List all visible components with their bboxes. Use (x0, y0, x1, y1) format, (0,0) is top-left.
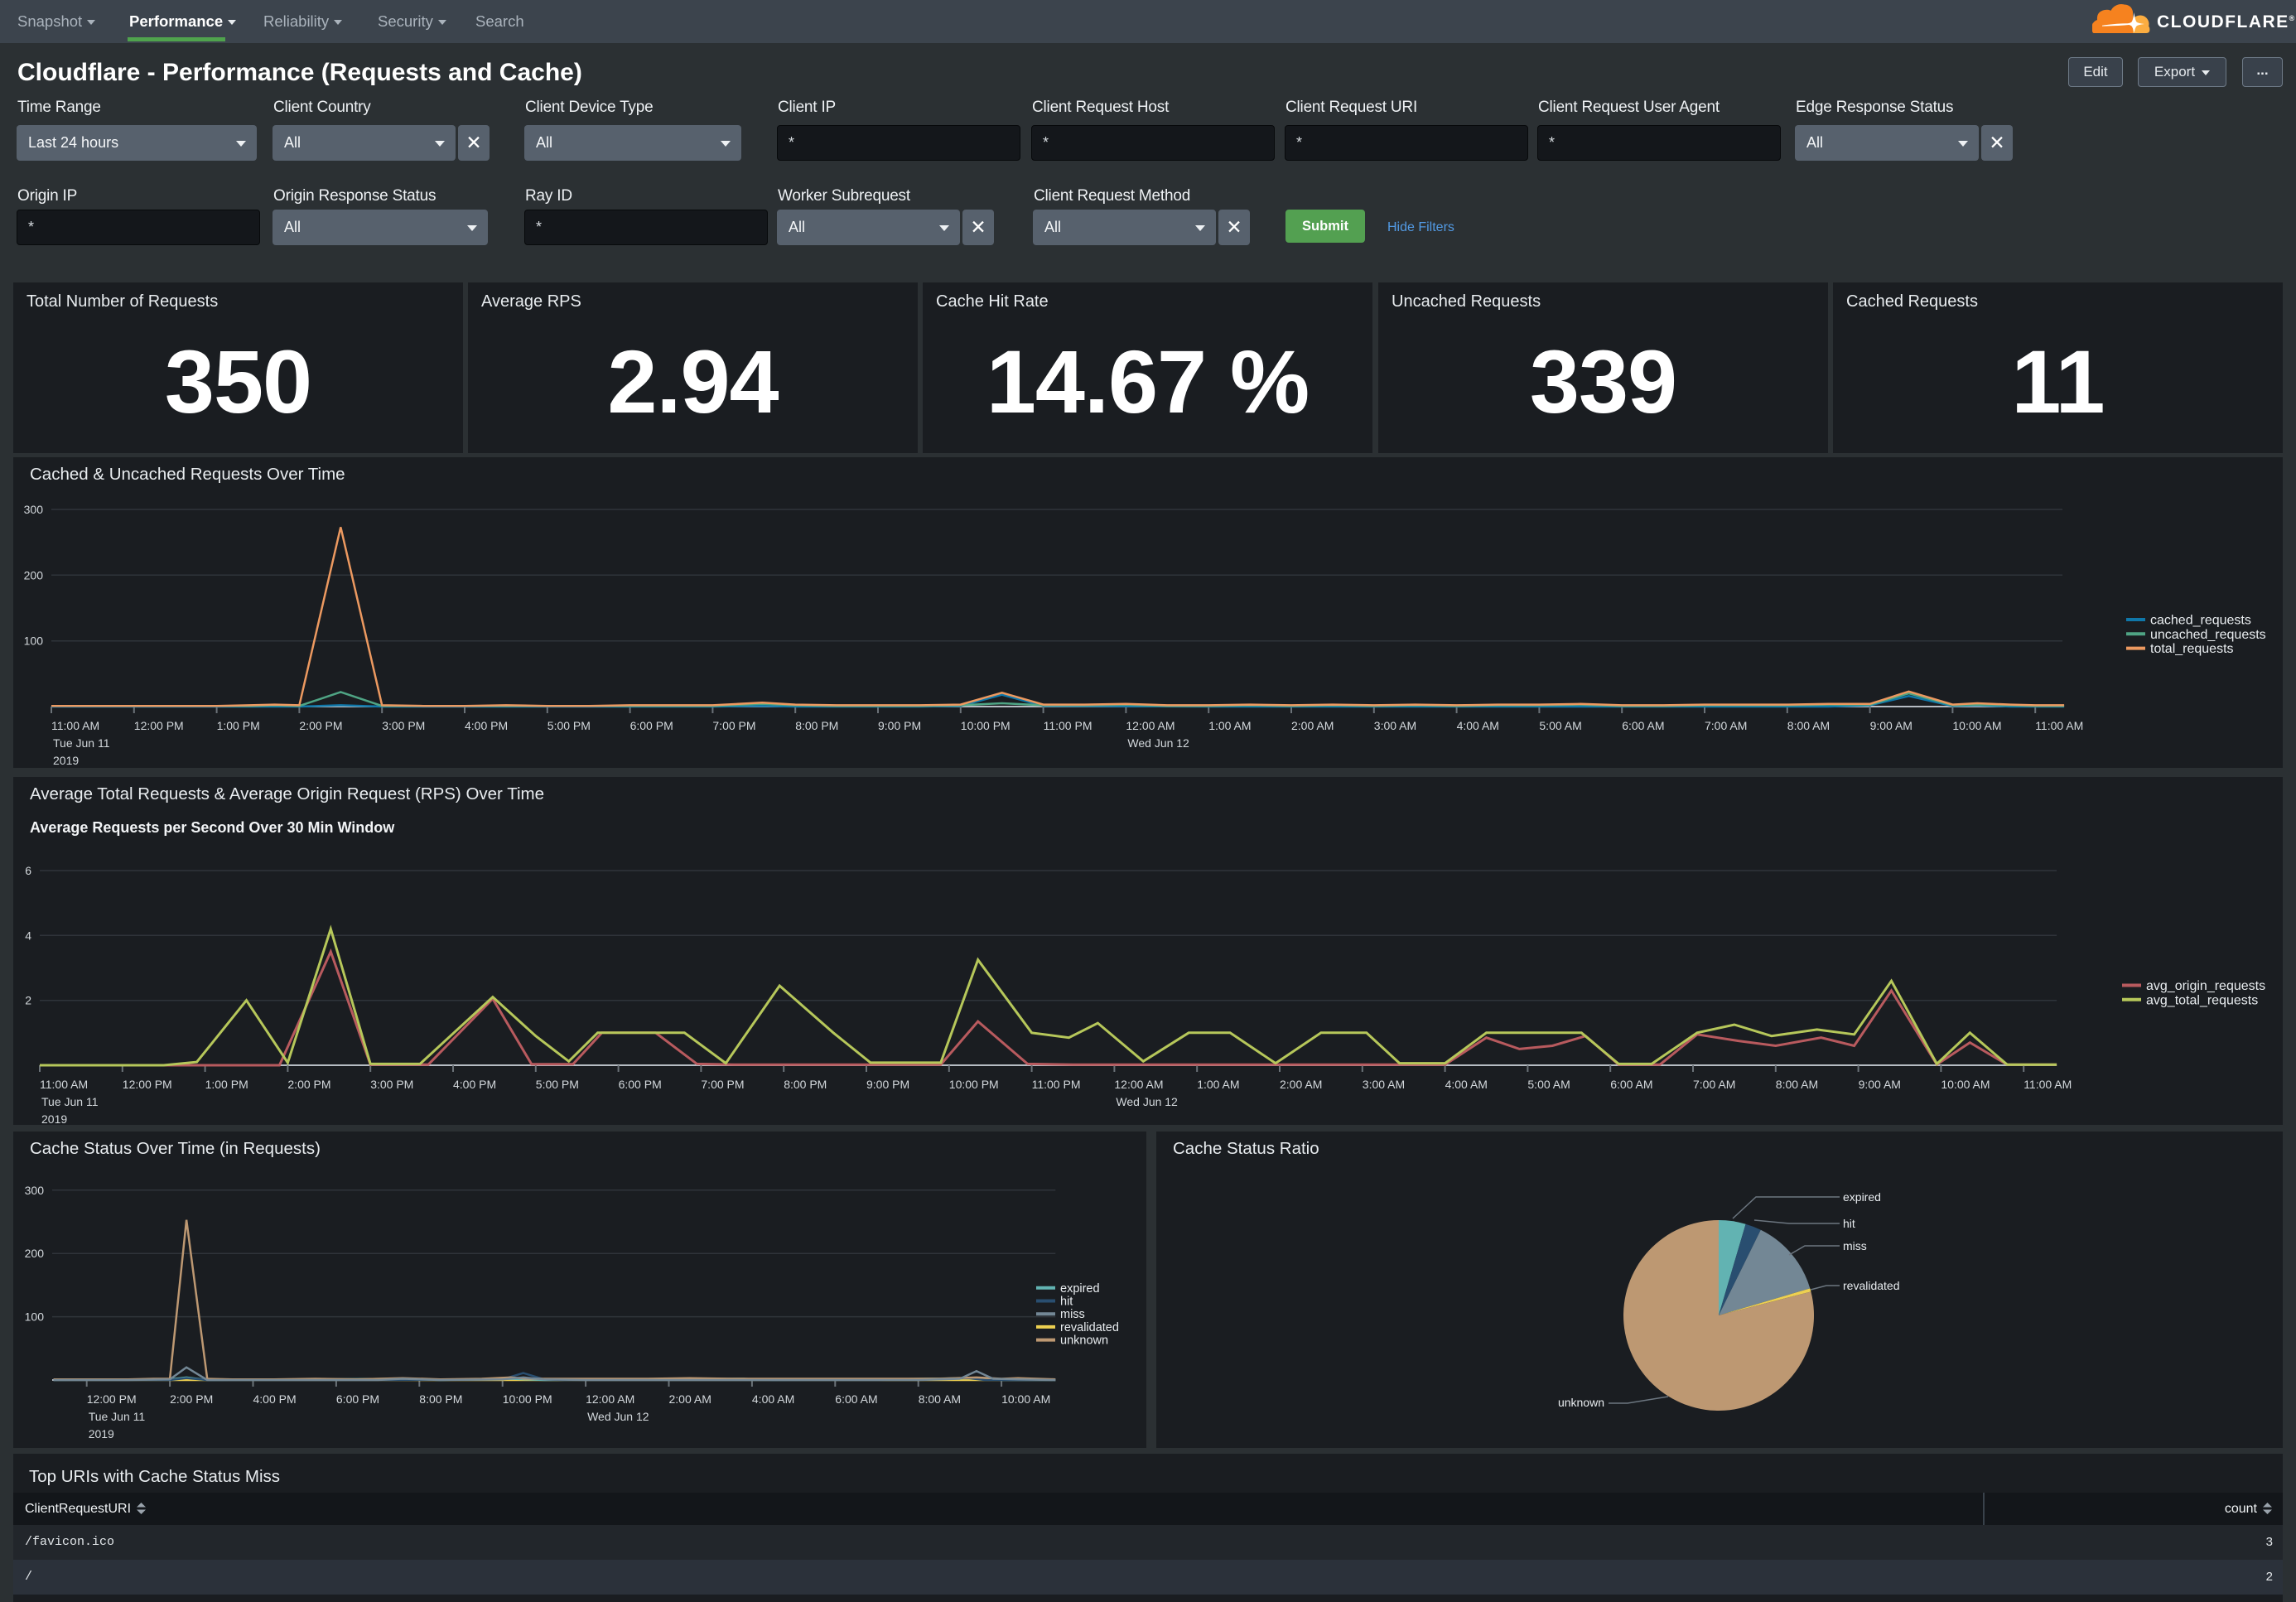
svg-text:6:00 PM: 6:00 PM (619, 1078, 662, 1091)
svg-text:4:00 AM: 4:00 AM (1445, 1078, 1488, 1091)
svg-text:avg_origin_requests: avg_origin_requests (2146, 979, 2265, 993)
svg-text:5:00 PM: 5:00 PM (547, 719, 591, 732)
svg-text:11:00 PM: 11:00 PM (1032, 1078, 1081, 1091)
svg-text:1:00 AM: 1:00 AM (1197, 1078, 1239, 1091)
svg-text:6:00 AM: 6:00 AM (1622, 719, 1664, 732)
svg-text:1:00 PM: 1:00 PM (205, 1078, 248, 1091)
svg-text:6:00 AM: 6:00 AM (1610, 1078, 1652, 1091)
svg-text:6: 6 (25, 864, 31, 877)
svg-text:9:00 PM: 9:00 PM (878, 719, 921, 732)
svg-text:8:00 PM: 8:00 PM (784, 1078, 827, 1091)
svg-text:10:00 AM: 10:00 AM (1952, 719, 2001, 732)
svg-text:miss: miss (1843, 1239, 1867, 1252)
svg-text:5:00 AM: 5:00 AM (1539, 719, 1581, 732)
svg-text:7:00 AM: 7:00 AM (1693, 1078, 1735, 1091)
svg-text:10:00 AM: 10:00 AM (1941, 1078, 1990, 1091)
svg-text:2:00 PM: 2:00 PM (170, 1392, 213, 1406)
svg-text:10:00 PM: 10:00 PM (503, 1392, 552, 1406)
svg-text:expired: expired (1060, 1282, 1100, 1296)
svg-text:8:00 AM: 8:00 AM (1787, 719, 1830, 732)
svg-text:total_requests: total_requests (2150, 642, 2234, 656)
svg-text:8:00 PM: 8:00 PM (419, 1392, 462, 1406)
svg-text:1:00 AM: 1:00 AM (1208, 719, 1251, 732)
svg-text:4:00 AM: 4:00 AM (752, 1392, 794, 1406)
svg-text:5:00 AM: 5:00 AM (1527, 1078, 1570, 1091)
svg-text:7:00 PM: 7:00 PM (701, 1078, 744, 1091)
svg-text:11:00 AM: 11:00 AM (2023, 1078, 2072, 1091)
svg-text:100: 100 (24, 635, 44, 648)
svg-text:11:00 AM: 11:00 AM (51, 719, 99, 732)
svg-text:8:00 PM: 8:00 PM (795, 719, 838, 732)
svg-text:unknown: unknown (1060, 1334, 1108, 1348)
svg-text:200: 200 (24, 568, 44, 581)
svg-text:Tue Jun 11: Tue Jun 11 (53, 736, 110, 750)
svg-text:revalidated: revalidated (1060, 1321, 1119, 1334)
svg-text:4:00 PM: 4:00 PM (465, 719, 508, 732)
svg-text:6:00 PM: 6:00 PM (630, 719, 673, 732)
svg-text:6:00 AM: 6:00 AM (835, 1392, 877, 1406)
svg-text:4:00 PM: 4:00 PM (453, 1078, 496, 1091)
svg-text:expired: expired (1843, 1190, 1881, 1204)
svg-text:12:00 AM: 12:00 AM (1126, 719, 1175, 732)
svg-text:6:00 PM: 6:00 PM (336, 1392, 379, 1406)
svg-text:Tue Jun 11: Tue Jun 11 (41, 1095, 99, 1108)
svg-text:4:00 PM: 4:00 PM (253, 1392, 297, 1406)
svg-text:Tue Jun 11: Tue Jun 11 (89, 1410, 146, 1423)
svg-text:10:00 PM: 10:00 PM (949, 1078, 999, 1091)
svg-text:200: 200 (25, 1247, 45, 1260)
svg-text:12:00 PM: 12:00 PM (123, 1078, 172, 1091)
svg-text:Wed Jun 12: Wed Jun 12 (1127, 736, 1189, 750)
svg-text:3:00 PM: 3:00 PM (370, 1078, 413, 1091)
svg-text:5:00 PM: 5:00 PM (536, 1078, 579, 1091)
svg-text:12:00 AM: 12:00 AM (586, 1392, 634, 1406)
svg-text:Wed Jun 12: Wed Jun 12 (587, 1410, 649, 1423)
svg-text:unknown: unknown (1558, 1396, 1604, 1409)
svg-text:11:00 AM: 11:00 AM (40, 1078, 88, 1091)
svg-text:10:00 AM: 10:00 AM (1001, 1392, 1050, 1406)
svg-text:2: 2 (25, 994, 31, 1007)
svg-text:9:00 AM: 9:00 AM (1870, 719, 1913, 732)
svg-text:2:00 AM: 2:00 AM (669, 1392, 711, 1406)
svg-text:3:00 PM: 3:00 PM (382, 719, 425, 732)
svg-text:hit: hit (1843, 1217, 1855, 1230)
svg-text:10:00 PM: 10:00 PM (961, 719, 1011, 732)
svg-text:2:00 PM: 2:00 PM (299, 719, 342, 732)
svg-text:12:00 AM: 12:00 AM (1114, 1078, 1163, 1091)
svg-text:8:00 AM: 8:00 AM (1776, 1078, 1818, 1091)
svg-text:hit: hit (1060, 1296, 1073, 1309)
svg-text:avg_total_requests: avg_total_requests (2146, 993, 2258, 1007)
svg-text:9:00 PM: 9:00 PM (866, 1078, 909, 1091)
svg-text:7:00 PM: 7:00 PM (712, 719, 755, 732)
svg-text:2019: 2019 (53, 754, 79, 767)
svg-text:cached_requests: cached_requests (2150, 614, 2251, 628)
svg-text:3:00 AM: 3:00 AM (1363, 1078, 1405, 1091)
svg-text:11:00 AM: 11:00 AM (2035, 719, 2083, 732)
svg-text:3:00 AM: 3:00 AM (1374, 719, 1416, 732)
svg-text:11:00 PM: 11:00 PM (1044, 719, 1093, 732)
svg-text:12:00 PM: 12:00 PM (134, 719, 184, 732)
svg-text:8:00 AM: 8:00 AM (919, 1392, 961, 1406)
svg-text:revalidated: revalidated (1843, 1279, 1900, 1292)
svg-text:100: 100 (25, 1310, 45, 1324)
svg-text:4: 4 (25, 929, 31, 942)
svg-text:1:00 PM: 1:00 PM (217, 719, 260, 732)
svg-text:300: 300 (25, 1184, 45, 1197)
svg-text:12:00 PM: 12:00 PM (87, 1392, 137, 1406)
svg-text:2:00 PM: 2:00 PM (287, 1078, 330, 1091)
svg-text:2019: 2019 (41, 1112, 67, 1125)
svg-text:miss: miss (1060, 1308, 1085, 1321)
svg-text:2:00 AM: 2:00 AM (1291, 719, 1334, 732)
svg-text:Wed Jun 12: Wed Jun 12 (1116, 1095, 1178, 1108)
svg-text:uncached_requests: uncached_requests (2150, 628, 2266, 642)
svg-text:4:00 AM: 4:00 AM (1457, 719, 1499, 732)
svg-text:2019: 2019 (89, 1427, 114, 1440)
svg-text:7:00 AM: 7:00 AM (1705, 719, 1747, 732)
svg-text:9:00 AM: 9:00 AM (1859, 1078, 1901, 1091)
svg-text:2:00 AM: 2:00 AM (1280, 1078, 1322, 1091)
svg-text:300: 300 (24, 503, 44, 516)
